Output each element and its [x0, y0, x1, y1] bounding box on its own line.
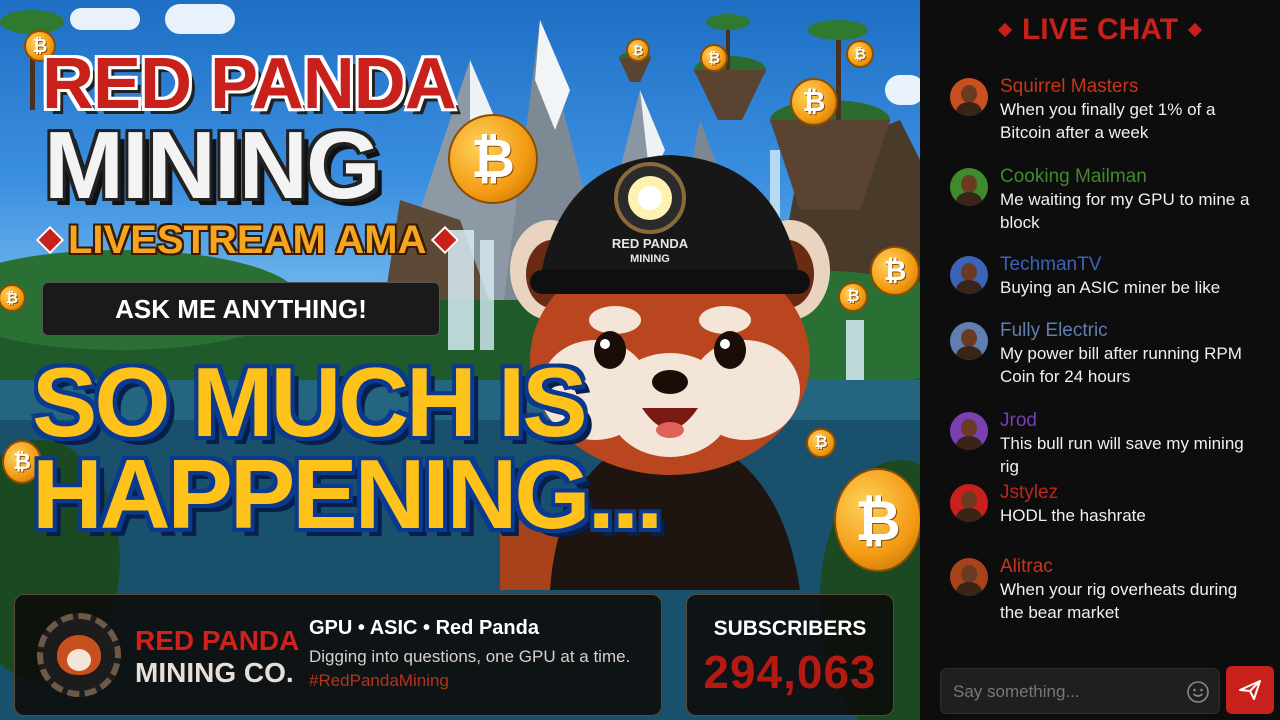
brand-name-line: MINING CO. — [135, 657, 294, 688]
ask-label: ASK ME ANYTHING! — [115, 293, 367, 324]
bitcoin-coin-icon: ₿ — [846, 40, 874, 68]
cloud — [70, 8, 140, 30]
bitcoin-coin-icon: ₿ — [870, 246, 920, 296]
subscribers-count: 294,063 — [703, 646, 877, 698]
bitcoin-coin-icon: ₿ — [700, 44, 728, 72]
avatar[interactable] — [950, 168, 988, 206]
brand-hashtag: #RedPandaMining — [309, 671, 449, 690]
chat-username[interactable]: TechmanTV — [1000, 254, 1101, 276]
avatar[interactable] — [950, 322, 988, 360]
chat-message-text: When your rig overheats during the bear … — [1000, 580, 1238, 622]
stream-view: ₿ ₿ ₿ ₿ ₿ ₿ ₿ ₿ ₿ ₿ ₿ ₿ RED PANDA MINING… — [0, 0, 1280, 720]
headline-line: SO MUCH IS — [32, 347, 588, 457]
chat-username[interactable]: Jrod — [1000, 410, 1037, 432]
brand-tags: GPU • ASIC • Red Panda — [309, 617, 539, 639]
chat-username[interactable]: Cooking Mailman — [1000, 166, 1147, 188]
chat-username[interactable]: Fully Electric — [1000, 320, 1108, 342]
send-button[interactable] — [1226, 666, 1274, 714]
avatar[interactable] — [950, 256, 988, 294]
helmet-label: RED PANDA — [612, 236, 689, 251]
title-mining: MINING — [44, 112, 381, 219]
headline: SO MUCH IS HAPPENING... — [32, 347, 663, 549]
avatar[interactable] — [950, 558, 988, 596]
diamond-icon — [430, 225, 459, 255]
avatar[interactable] — [950, 78, 988, 116]
chat-username[interactable]: Alitrac — [1000, 556, 1053, 578]
chat-message-text: Me waiting for my GPU to mine a block — [1000, 190, 1250, 232]
chat-message-text: This bull run will save my mining rig — [1000, 434, 1244, 476]
emoji-icon[interactable] — [1187, 681, 1209, 703]
chat-title: LIVE CHAT — [1021, 13, 1179, 46]
chat-input[interactable] — [951, 669, 1185, 715]
bitcoin-coin-icon: ₿ — [790, 78, 838, 126]
cloud — [885, 75, 920, 105]
bitcoin-coin-icon: ₿ — [626, 38, 650, 62]
ask-me-anything-banner: ASK ME ANYTHING! — [42, 282, 440, 336]
send-icon — [1239, 680, 1261, 700]
bitcoin-coin-icon: ₿ — [834, 468, 920, 572]
diamond-icon — [35, 225, 65, 255]
diamond-icon — [997, 22, 1013, 38]
diamond-icon — [1187, 22, 1203, 38]
brand-card: RED PANDA MINING CO. GPU • ASIC • Red Pa… — [14, 594, 662, 716]
brand-name-line: RED PANDA — [135, 625, 300, 656]
subtitle-text: LIVESTREAM AMA — [68, 217, 427, 262]
subscribers-label: SUBSCRIBERS — [713, 617, 867, 640]
brand-tagline: Digging into questions, one GPU at a tim… — [309, 647, 631, 666]
subtitle-livestream: LIVESTREAM AMA — [35, 217, 459, 262]
avatar[interactable] — [950, 412, 988, 450]
helmet-label: MINING — [630, 253, 670, 265]
red-panda-gear-logo — [37, 613, 121, 697]
subscribers-card: SUBSCRIBERS 294,063 — [686, 594, 894, 716]
bitcoin-coin-icon: ₿ — [838, 282, 868, 312]
chat-username[interactable]: Squirrel Masters — [1000, 76, 1138, 98]
live-chat-panel: LIVE CHAT Squirrel Masters When you final… — [920, 0, 1280, 720]
panda-face-icon — [57, 635, 101, 675]
cloud — [165, 4, 235, 34]
chat-input-box[interactable] — [940, 668, 1220, 715]
headline-line: HAPPENING... — [32, 439, 663, 549]
brand-name: RED PANDA MINING CO. — [135, 625, 299, 689]
chat-header: LIVE CHAT — [920, 12, 1280, 48]
chat-message-text: Buying an ASIC miner be like — [1000, 278, 1221, 297]
title-red-panda: RED PANDA — [42, 44, 457, 124]
chat-username[interactable]: Jstylez — [1000, 482, 1058, 504]
thumbnail-scene: ₿ ₿ ₿ ₿ ₿ ₿ ₿ ₿ ₿ ₿ ₿ ₿ RED PANDA MINING… — [0, 0, 920, 720]
chat-message-text: My power bill after running RPM Coin for… — [1000, 344, 1242, 386]
avatar[interactable] — [950, 484, 988, 522]
chat-message-text: HODL the hashrate — [1000, 506, 1146, 525]
chat-message-text: When you finally get 1% of a Bitcoin aft… — [1000, 100, 1216, 142]
